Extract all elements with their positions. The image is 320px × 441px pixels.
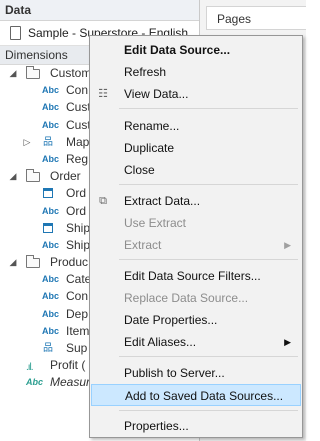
- collapse-triangle-icon[interactable]: ◢: [8, 168, 18, 185]
- menu-extract-submenu[interactable]: Extract ▶: [91, 234, 301, 256]
- field-label: Con: [66, 83, 89, 98]
- menu-replace-data-source[interactable]: Replace Data Source...: [91, 287, 301, 309]
- pages-shelf[interactable]: Pages: [206, 6, 306, 30]
- menu-add-to-saved-data-sources[interactable]: Add to Saved Data Sources...: [91, 384, 301, 406]
- menu-close[interactable]: Close: [91, 159, 301, 181]
- string-type-icon: Abc: [42, 85, 60, 96]
- menu-label: Extract Data...: [124, 194, 201, 208]
- menu-date-properties[interactable]: Date Properties...: [91, 309, 301, 331]
- menu-extract-data[interactable]: ⧉ Extract Data...: [91, 190, 301, 212]
- field-label: Cust: [66, 117, 91, 132]
- string-type-icon: Abc: [42, 102, 60, 113]
- menu-separator: [119, 108, 298, 109]
- folder-icon: [26, 169, 40, 183]
- menu-edit-aliases[interactable]: Edit Aliases... ▶: [91, 331, 301, 353]
- extract-icon: ⧉: [99, 195, 107, 207]
- field-label: Cate: [66, 272, 92, 287]
- folder-label: Produc: [50, 255, 89, 270]
- folder-label: Order: [50, 169, 81, 184]
- string-type-icon: Abc: [42, 239, 60, 250]
- string-type-icon: Abc: [42, 119, 60, 130]
- folder-icon: [26, 66, 40, 79]
- folder-label: Custom: [50, 66, 92, 80]
- string-type-icon: Abc: [42, 205, 60, 216]
- string-type-icon: Abc: [42, 274, 60, 285]
- field-label: Cust: [66, 100, 91, 115]
- menu-label: View Data...: [124, 87, 189, 101]
- field-label: Ord: [66, 186, 87, 201]
- expand-triangle-icon[interactable]: ▷: [22, 134, 32, 151]
- context-menu: Edit Data Source... Refresh ☷ View Data.…: [89, 35, 303, 438]
- submenu-arrow-icon: ▶: [284, 240, 291, 250]
- field-label: Reg: [66, 151, 89, 166]
- menu-properties[interactable]: Properties...: [91, 415, 301, 437]
- menu-refresh[interactable]: Refresh: [91, 61, 301, 83]
- field-label: Ship: [66, 220, 91, 235]
- datasource-icon: [10, 26, 21, 40]
- menu-separator: [119, 259, 298, 260]
- menu-edit-data-source[interactable]: Edit Data Source...: [91, 39, 301, 61]
- date-type-icon: [43, 188, 53, 199]
- field-label: Measur: [50, 375, 91, 390]
- menu-duplicate[interactable]: Duplicate: [91, 137, 301, 159]
- field-label: Con: [66, 289, 89, 304]
- menu-separator: [119, 410, 298, 411]
- string-type-icon: Abc: [42, 308, 60, 319]
- menu-publish-to-server[interactable]: Publish to Server...: [91, 362, 301, 384]
- collapse-triangle-icon[interactable]: ◢: [8, 254, 18, 271]
- string-type-icon: Abc: [42, 325, 60, 336]
- folder-icon: [26, 255, 40, 269]
- menu-view-data[interactable]: ☷ View Data...: [91, 83, 301, 105]
- menu-edit-filters[interactable]: Edit Data Source Filters...: [91, 265, 301, 287]
- grid-icon: ☷: [98, 88, 108, 100]
- menu-use-extract[interactable]: Use Extract: [91, 212, 301, 234]
- hierarchy-icon: 品: [43, 136, 53, 148]
- submenu-arrow-icon: ▶: [284, 337, 291, 347]
- field-label: Ord: [66, 203, 87, 218]
- menu-separator: [119, 184, 298, 185]
- field-label: Map: [66, 134, 90, 149]
- menu-separator: [119, 356, 298, 357]
- menu-label: Extract: [124, 238, 162, 252]
- string-type-icon: Abc: [26, 377, 44, 388]
- field-label: Dep: [66, 306, 89, 321]
- string-type-icon: Abc: [42, 153, 60, 164]
- date-type-icon: [43, 222, 53, 233]
- menu-label: Edit Aliases...: [124, 335, 197, 349]
- hierarchy-icon: 品: [43, 343, 53, 354]
- collapse-triangle-icon[interactable]: ◢: [8, 65, 18, 82]
- menu-rename[interactable]: Rename...: [91, 115, 301, 137]
- field-label: Profit (: [50, 358, 86, 373]
- field-label: Item: [66, 323, 90, 338]
- field-label: Ship: [66, 237, 91, 252]
- data-pane-title: Data: [0, 0, 199, 21]
- string-type-icon: Abc: [42, 291, 60, 302]
- field-label: Sup: [66, 341, 88, 355]
